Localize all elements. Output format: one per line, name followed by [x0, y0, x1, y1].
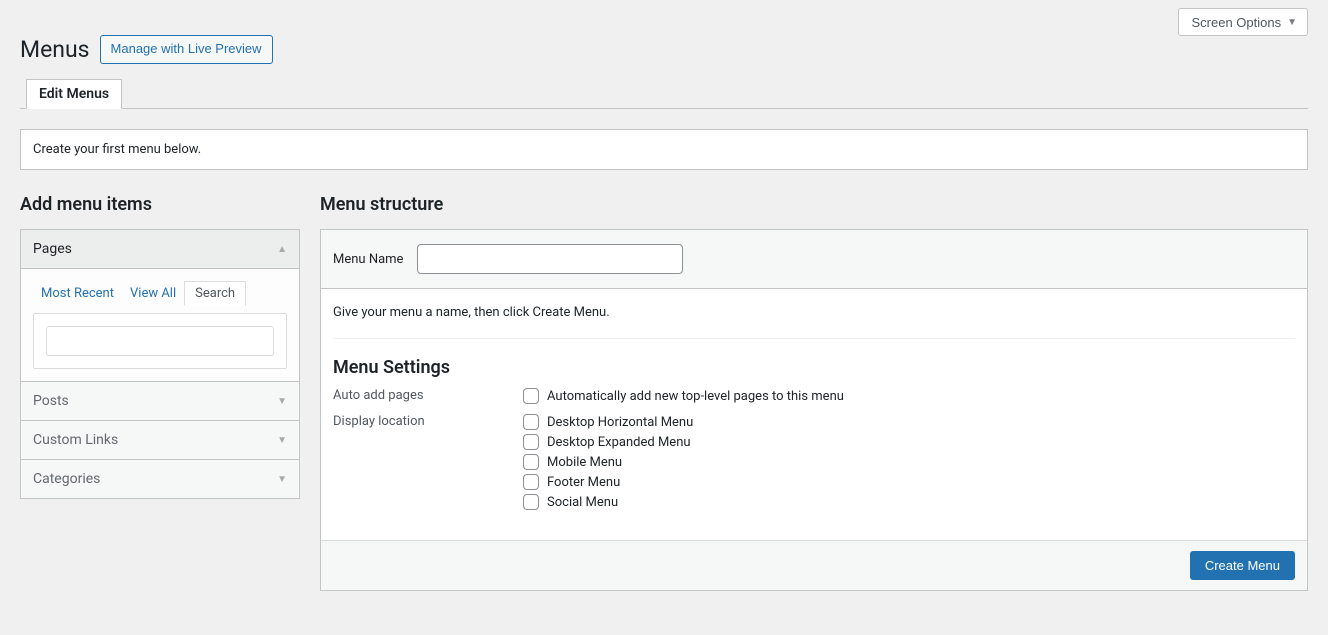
pages-tab-search[interactable]: Search: [184, 281, 246, 306]
accordion-head-custom-links[interactable]: Custom Links ▼: [21, 421, 299, 460]
display-location-label: Display location: [333, 414, 523, 429]
nav-tab-wrapper: Edit Menus: [20, 79, 1308, 109]
pages-search-input[interactable]: [46, 326, 274, 356]
chevron-down-icon: ▼: [1287, 17, 1297, 28]
menu-settings-title: Menu Settings: [333, 357, 1295, 378]
auto-add-pages-label: Auto add pages: [333, 388, 523, 403]
page-title: Menus: [20, 32, 90, 67]
location-checkbox[interactable]: [523, 474, 539, 490]
location-text: Desktop Expanded Menu: [547, 435, 691, 450]
accordion-head-posts[interactable]: Posts ▼: [21, 382, 299, 421]
location-checkbox[interactable]: [523, 494, 539, 510]
menu-name-hint: Give your menu a name, then click Create…: [333, 305, 1295, 320]
location-text: Footer Menu: [547, 475, 620, 490]
add-menu-items-title: Add menu items: [20, 194, 300, 215]
menu-structure-panel: Menu Name Give your menu a name, then cl…: [320, 229, 1308, 591]
accordion-body-pages: Most Recent View All Search: [21, 269, 299, 382]
location-option-mobile[interactable]: Mobile Menu: [523, 454, 693, 470]
location-text: Desktop Horizontal Menu: [547, 415, 693, 430]
notice-first-menu: Create your first menu below.: [20, 129, 1308, 170]
location-option-footer[interactable]: Footer Menu: [523, 474, 693, 490]
location-checkbox[interactable]: [523, 434, 539, 450]
accordion-label-pages: Pages: [33, 241, 72, 257]
accordion-label-categories: Categories: [33, 471, 100, 487]
accordion-head-categories[interactable]: Categories ▼: [21, 460, 299, 498]
tab-edit-menus[interactable]: Edit Menus: [26, 79, 122, 109]
menu-structure-title: Menu structure: [320, 194, 1308, 215]
accordion-label-custom-links: Custom Links: [33, 432, 118, 448]
location-option-social[interactable]: Social Menu: [523, 494, 693, 510]
location-checkbox[interactable]: [523, 414, 539, 430]
pages-search-box: [33, 313, 287, 369]
auto-add-pages-option[interactable]: Automatically add new top-level pages to…: [523, 388, 844, 404]
accordion-menu-items: Pages ▲ Most Recent View All Search Post…: [20, 229, 300, 499]
location-checkbox[interactable]: [523, 454, 539, 470]
chevron-down-icon: ▼: [277, 474, 287, 485]
location-text: Social Menu: [547, 495, 618, 510]
accordion-label-posts: Posts: [33, 393, 69, 409]
auto-add-pages-checkbox[interactable]: [523, 388, 539, 404]
menu-name-label: Menu Name: [333, 252, 403, 267]
create-menu-button[interactable]: Create Menu: [1190, 551, 1295, 580]
chevron-up-icon: ▲: [277, 244, 287, 255]
pages-tab-most-recent[interactable]: Most Recent: [33, 282, 122, 305]
pages-tab-view-all[interactable]: View All: [122, 282, 184, 305]
location-option-desktop-horizontal[interactable]: Desktop Horizontal Menu: [523, 414, 693, 430]
chevron-down-icon: ▼: [277, 435, 287, 446]
menu-name-input[interactable]: [417, 244, 683, 274]
chevron-down-icon: ▼: [277, 396, 287, 407]
divider: [333, 338, 1295, 339]
location-text: Mobile Menu: [547, 455, 622, 470]
auto-add-pages-text: Automatically add new top-level pages to…: [547, 389, 844, 404]
screen-options-label: Screen Options: [1191, 15, 1281, 30]
screen-options-button[interactable]: Screen Options ▼: [1178, 8, 1308, 36]
location-option-desktop-expanded[interactable]: Desktop Expanded Menu: [523, 434, 693, 450]
accordion-head-pages[interactable]: Pages ▲: [21, 230, 299, 269]
live-preview-button[interactable]: Manage with Live Preview: [100, 35, 273, 63]
